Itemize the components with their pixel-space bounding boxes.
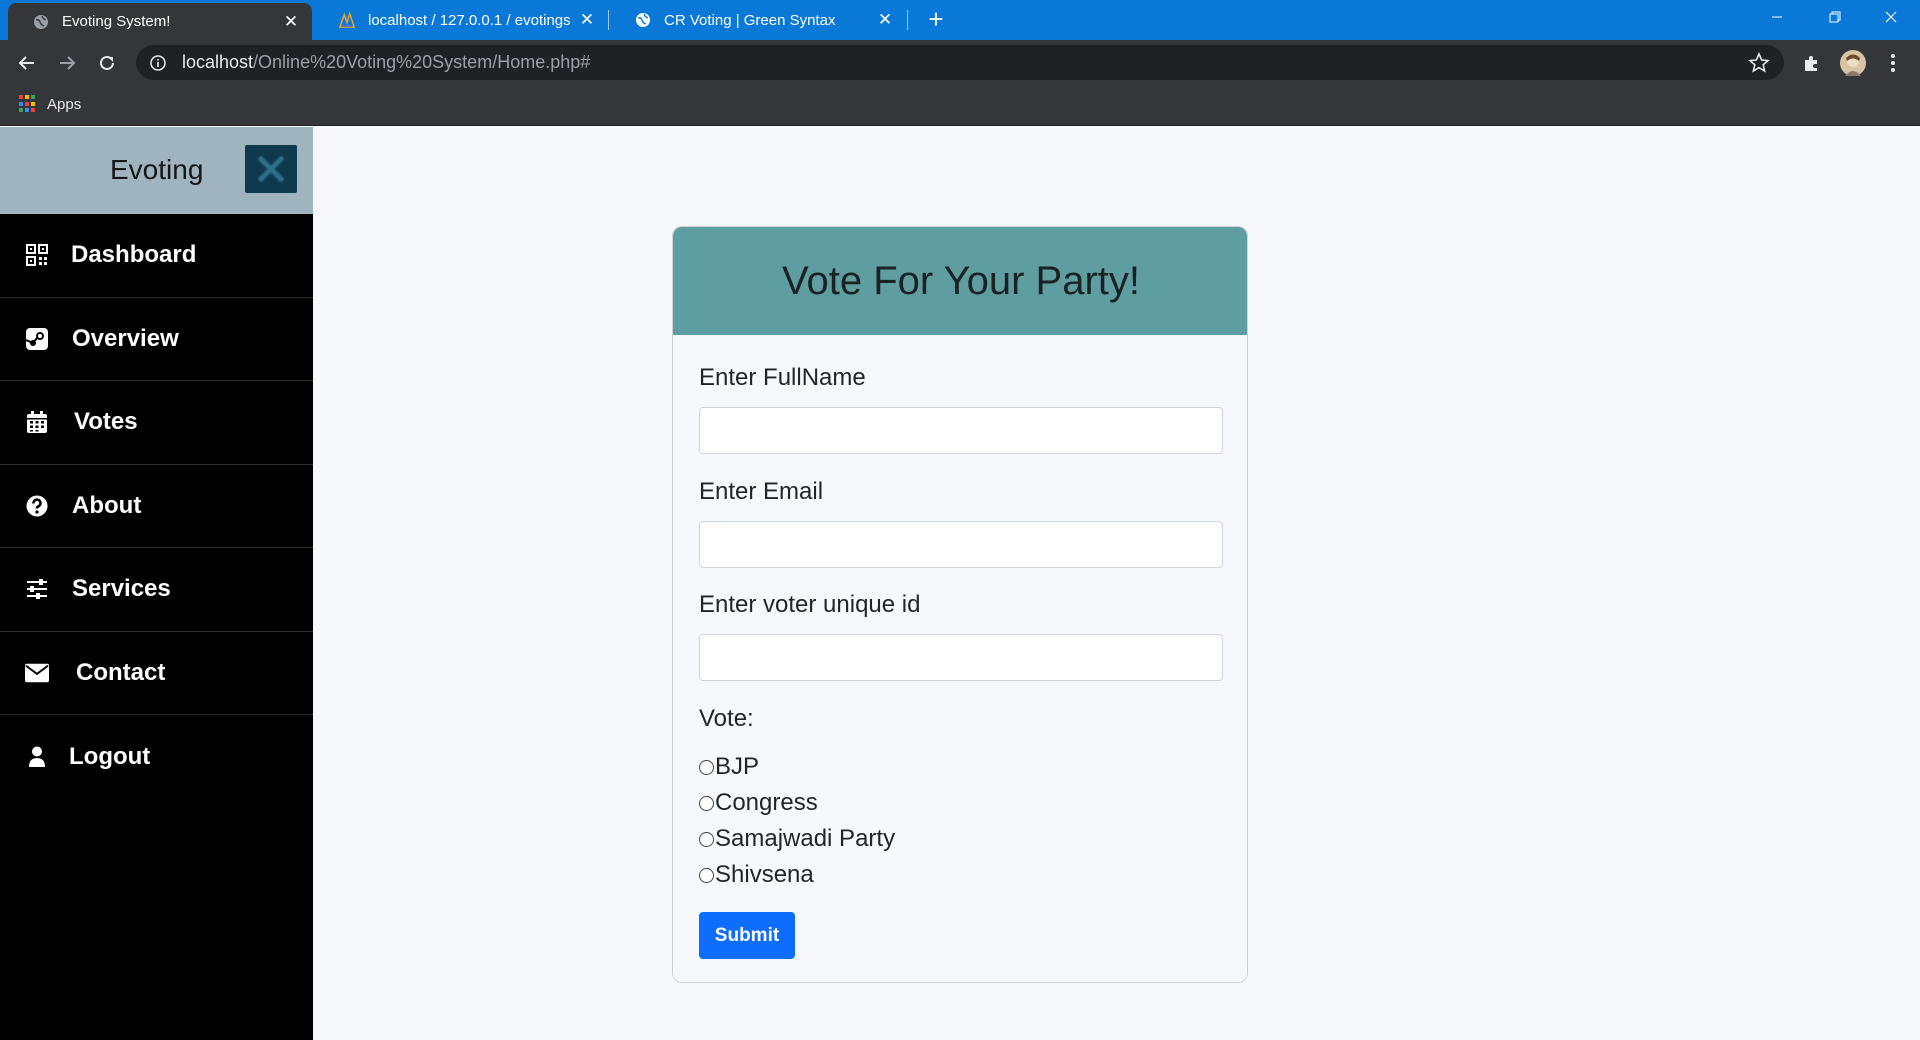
url-text: localhost/Online%20Voting%20System/Home.… [182,52,590,73]
vote-option-label: BJP [715,753,760,780]
profile-avatar-icon[interactable] [1840,50,1866,76]
info-icon[interactable] [148,53,168,73]
browser-tab-bar: Evoting System! ✕ localhost / 127.0.0.1 … [0,0,1920,40]
sidebar-item-votes[interactable]: Votes [0,381,313,465]
tab-title: CR Voting | Green Syntax [664,11,836,29]
steam-icon [25,327,49,351]
vote-label: Vote: [699,705,754,732]
phpmyadmin-icon [338,11,356,29]
browser-tab-phpmyadmin[interactable]: localhost / 127.0.0.1 / evotingsystem ✕ [314,0,608,40]
reload-icon[interactable] [90,46,124,80]
qrcode-icon [25,243,49,267]
tab-separator [907,10,908,30]
more-menu-icon[interactable] [1880,50,1906,76]
tab-separator [608,10,609,30]
sidebar-item-label: About [72,491,142,519]
tab-title: localhost / 127.0.0.1 / evotingsystem [368,11,570,29]
radio-button[interactable] [699,831,714,847]
sidebar-item-label: Overview [72,324,179,352]
bookmarks-bar: Apps [0,85,1920,126]
sidebar-nav: Dashboard Overview Votes About Services [0,214,313,799]
radio-button[interactable] [699,867,714,883]
fullname-input[interactable] [699,407,1223,454]
calendar-icon [25,410,49,434]
close-tab-icon[interactable]: ✕ [282,12,300,31]
radio-button[interactable] [699,759,714,775]
vote-form-card: Vote For Your Party! Enter FullName Ente… [672,226,1248,983]
sidebar-item-contact[interactable]: Contact [0,632,313,715]
browser-tab-evoting[interactable]: Evoting System! ✕ [8,3,312,40]
sidebar-item-services[interactable]: Services [0,548,313,632]
sidebar-item-label: Services [72,575,171,603]
globe-icon [32,13,50,31]
vote-option-samajwadi[interactable]: Samajwadi Party [699,825,895,853]
sidebar-item-dashboard[interactable]: Dashboard [0,214,313,298]
url-host: localhost [182,52,254,72]
vote-option-bjp[interactable]: BJP [699,753,759,781]
vote-form-header: Vote For Your Party! [673,227,1247,335]
minimize-window-icon[interactable] [1748,0,1806,34]
new-tab-button[interactable]: + [922,5,950,33]
page-title: Vote For Your Party! [782,258,1140,303]
close-x-icon [257,155,285,183]
submit-button[interactable]: Submit [699,912,795,959]
sidebar-item-logout[interactable]: Logout [0,715,313,799]
tab-title: Evoting System! [62,13,171,30]
apps-label: Apps [47,95,82,113]
close-window-icon[interactable] [1862,0,1920,34]
question-circle-icon [25,494,49,518]
back-arrow-icon[interactable] [10,46,44,80]
browser-tab-crvoting[interactable]: CR Voting | Green Syntax ✕ [610,0,906,40]
vote-option-congress[interactable]: Congress [699,789,818,817]
bookmark-star-icon[interactable] [1748,52,1770,74]
sliders-icon [25,577,49,601]
sidebar-header: Evoting [0,127,313,214]
apps-bookmark[interactable]: Apps [19,95,81,113]
sidebar-item-overview[interactable]: Overview [0,298,313,381]
close-tab-icon[interactable]: ✕ [876,11,894,29]
email-label: Enter Email [699,478,824,505]
vote-option-label: Congress [715,789,818,816]
sidebar-close-button[interactable] [245,145,297,193]
vote-option-shivsena[interactable]: Shivsena [699,861,814,889]
browser-toolbar: localhost/Online%20Voting%20System/Home.… [0,40,1920,85]
email-input[interactable] [699,521,1223,568]
apps-grid-icon [19,95,37,113]
user-icon [25,745,49,769]
sidebar-item-label: Votes [74,408,138,436]
sidebar-item-about[interactable]: About [0,465,313,548]
sidebar-item-label: Logout [69,742,151,770]
sidebar-item-label: Contact [76,658,166,686]
radio-button[interactable] [699,795,714,811]
vote-option-label: Samajwadi Party [715,825,896,852]
sidebar-item-label: Dashboard [71,241,197,269]
fullname-label: Enter FullName [699,364,866,391]
close-tab-icon[interactable]: ✕ [578,11,596,29]
address-bar[interactable]: localhost/Online%20Voting%20System/Home.… [136,45,1784,80]
extensions-puzzle-icon[interactable] [1799,50,1825,76]
brand-title: Evoting [110,154,204,185]
sidebar: Evoting Dashboard Overview Votes About S… [0,127,313,1040]
url-path: /Online%20Voting%20System/Home.php# [253,52,591,72]
vote-option-label: Shivsena [715,861,814,888]
voter-id-input[interactable] [699,634,1223,681]
restore-window-icon[interactable] [1806,0,1864,34]
voter-id-label: Enter voter unique id [699,591,921,618]
globe-icon [634,11,652,29]
forward-arrow-icon[interactable] [50,46,84,80]
envelope-icon [25,661,49,685]
